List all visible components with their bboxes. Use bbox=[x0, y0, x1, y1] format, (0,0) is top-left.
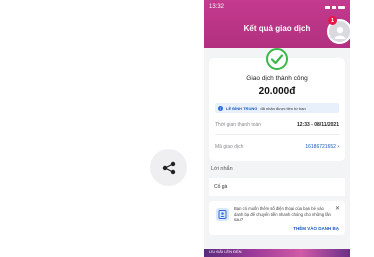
share-button[interactable] bbox=[150, 149, 187, 186]
add-contact-text: Bạn có muốn thêm số điện thoại của bạn b… bbox=[234, 206, 331, 222]
notification-badge: 1 bbox=[328, 16, 337, 25]
promo-banner-text: ƯU ĐÃI LÊN ĐẾN bbox=[209, 249, 242, 254]
payment-time-row: Thời gian thanh toán 12:33 - 08/11/2021 bbox=[215, 120, 339, 130]
result-card: Giao dịch thành công 20.000đ i LÊ ĐÌNH T… bbox=[209, 48, 345, 161]
transaction-code-label: Mã giao dịch bbox=[215, 144, 244, 150]
recipient-notice: i LÊ ĐÌNH TRUNG đã nhận được tiền từ bạn bbox=[215, 103, 339, 113]
status-icons bbox=[325, 5, 345, 9]
notice-text: đã nhận được tiền từ bạn bbox=[260, 105, 306, 111]
promo-banner[interactable]: ƯU ĐÃI LÊN ĐẾN bbox=[204, 249, 350, 257]
phone-screen: 13:32 Kết quả giao dịch 1 Giao dịch thàn… bbox=[204, 0, 350, 257]
status-bar: 13:32 bbox=[209, 2, 345, 12]
message-value: Cố gà bbox=[209, 178, 345, 196]
recipient-name: LÊ ĐÌNH TRUNG bbox=[226, 105, 258, 111]
add-contact-card: Bạn có muốn thêm số điện thoại của bạn b… bbox=[209, 201, 345, 235]
divider bbox=[215, 134, 339, 135]
check-circle-icon bbox=[266, 48, 288, 70]
user-icon bbox=[334, 26, 345, 39]
transaction-code-row[interactable]: Mã giao dịch 16186721652 › bbox=[215, 142, 339, 152]
add-to-contacts-button[interactable]: THÊM VÀO DANH BẠ bbox=[293, 226, 339, 231]
message-label: Lời nhắn bbox=[211, 166, 233, 172]
info-icon: i bbox=[218, 105, 223, 111]
transaction-code-value[interactable]: 16186721652 › bbox=[305, 144, 339, 150]
status-time: 13:32 bbox=[209, 4, 225, 10]
status-text: Giao dịch thành công bbox=[246, 75, 308, 82]
chevron-right-icon: › bbox=[337, 144, 339, 150]
share-icon bbox=[162, 161, 175, 174]
payment-time-label: Thời gian thanh toán bbox=[215, 122, 262, 128]
close-icon[interactable]: ✕ bbox=[335, 205, 340, 212]
contact-book-icon bbox=[216, 208, 229, 221]
amount: 20.000đ bbox=[258, 86, 296, 97]
payment-time-value: 12:33 - 08/11/2021 bbox=[297, 122, 339, 128]
